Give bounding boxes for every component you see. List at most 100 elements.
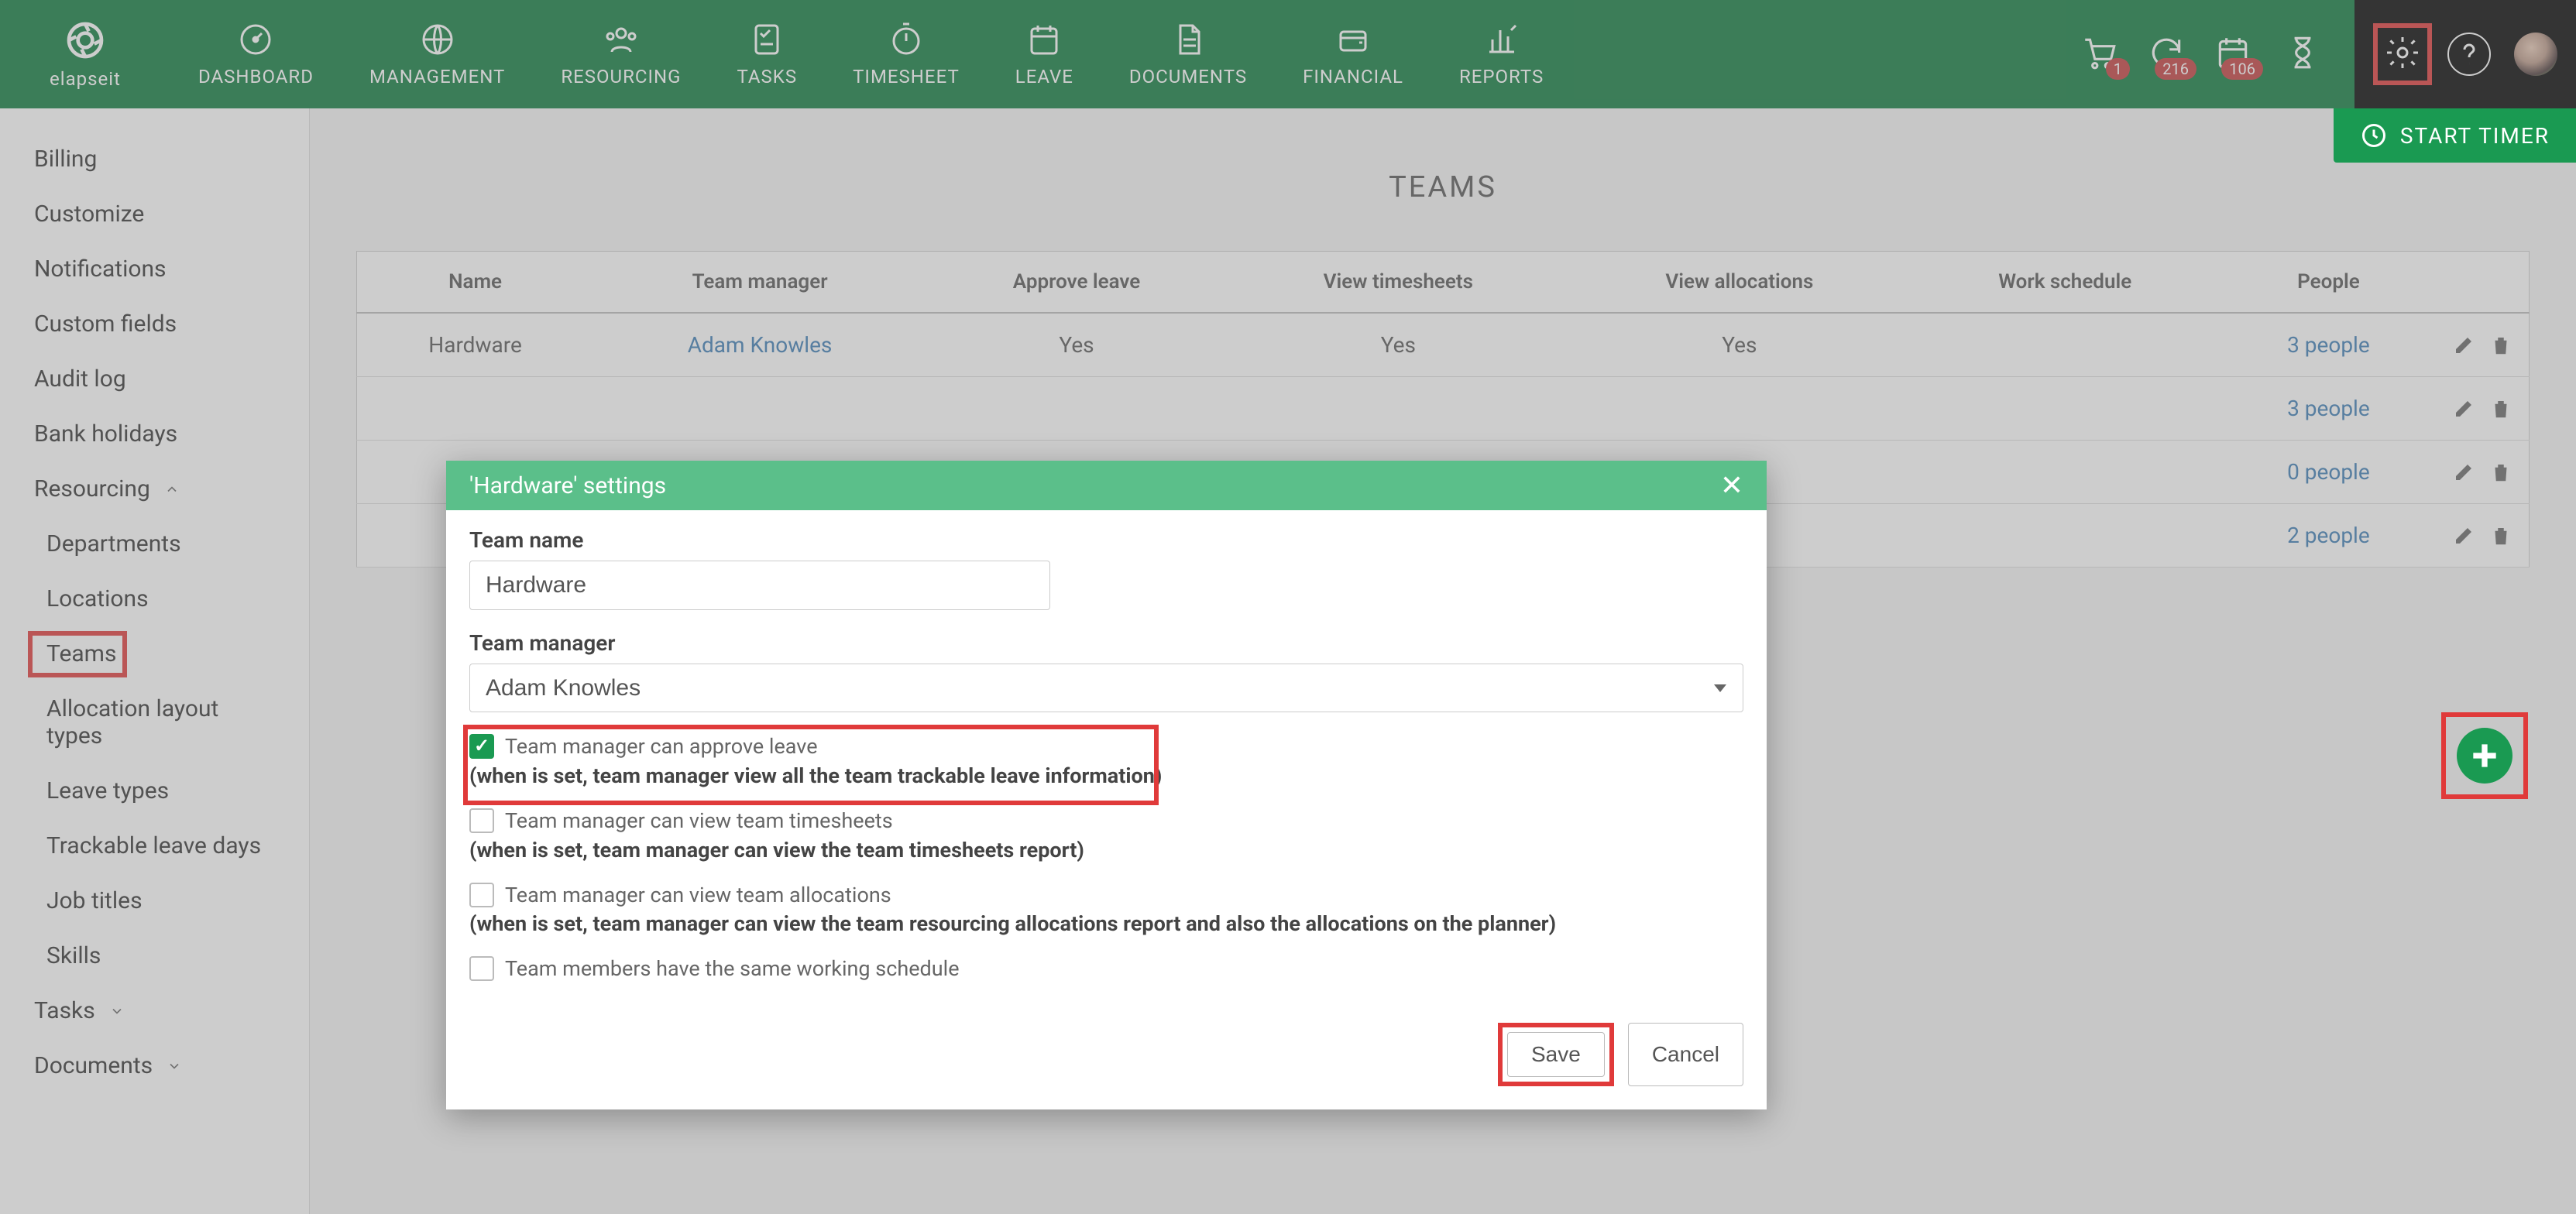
sidebar-label: Departments — [46, 530, 181, 557]
sidebar-label: Bank holidays — [34, 420, 177, 448]
edit-icon[interactable] — [2452, 334, 2475, 357]
nav-tasks[interactable]: TASKS — [709, 0, 826, 108]
checkbox-view-timesheets-label: Team manager can view team timesheets — [505, 807, 893, 836]
chevron-up-icon — [164, 482, 180, 497]
nav-leave-label: LEAVE — [1015, 66, 1073, 87]
avatar[interactable] — [2514, 33, 2557, 76]
settings-button[interactable] — [2384, 34, 2421, 74]
nav-documents[interactable]: DOCUMENTS — [1101, 0, 1275, 108]
start-timer-label: START TIMER — [2400, 123, 2550, 149]
cell-name: Hardware — [357, 313, 594, 377]
sidebar-item-skills[interactable]: Skills — [0, 928, 309, 983]
notification-2[interactable]: 216 — [2147, 33, 2186, 75]
nav-financial-label: FINANCIAL — [1303, 66, 1403, 87]
trash-icon[interactable] — [2489, 461, 2512, 484]
sidebar-item-resourcing[interactable]: Resourcing — [0, 461, 309, 516]
nav-items: DASHBOARD MANAGEMENT RESOURCING TASKS TI… — [170, 0, 1571, 108]
notification-3[interactable]: 106 — [2214, 33, 2252, 75]
add-team-button[interactable] — [2457, 728, 2512, 784]
cell-view-ts: Yes — [1227, 313, 1570, 377]
nav-timesheet[interactable]: TIMESHEET — [825, 0, 987, 108]
th-schedule: Work schedule — [1909, 252, 2221, 314]
notification-1[interactable]: 1 — [2080, 33, 2119, 75]
calendar-icon — [1025, 21, 1063, 58]
wallet-icon — [1334, 21, 1372, 58]
sidebar-item-customize[interactable]: Customize — [0, 187, 309, 242]
cell-people[interactable]: 0 people — [2221, 441, 2436, 504]
checkbox-view-timesheets[interactable] — [469, 808, 494, 833]
checkbox-view-allocations-label: Team manager can view team allocations — [505, 881, 891, 910]
badge-3: 106 — [2221, 58, 2263, 80]
checkbox-approve-leave-sub: (when is set, team manager view all the … — [469, 763, 1743, 788]
sidebar-label: Tasks — [34, 997, 95, 1024]
edit-icon[interactable] — [2452, 397, 2475, 420]
start-timer-button[interactable]: START TIMER — [2334, 108, 2576, 163]
team-name-label: Team name — [469, 527, 1743, 553]
checkbox-view-allocations[interactable] — [469, 883, 494, 907]
fab-highlight-wrap — [2441, 712, 2528, 799]
sidebar-item-audit-log[interactable]: Audit log — [0, 352, 309, 406]
trash-icon[interactable] — [2489, 397, 2512, 420]
team-manager-select[interactable]: Adam Knowles — [469, 664, 1743, 712]
cell-people[interactable]: 3 people — [2221, 313, 2436, 377]
nav-reports[interactable]: REPORTS — [1431, 0, 1571, 108]
sidebar-label: Allocation layout types — [46, 695, 275, 749]
checkbox-approve-leave[interactable] — [469, 734, 494, 759]
chart-icon — [1483, 21, 1520, 58]
stopwatch-icon — [888, 21, 925, 58]
brand-icon — [64, 19, 107, 62]
people-icon — [603, 21, 640, 58]
trash-icon[interactable] — [2489, 524, 2512, 547]
badge-1: 1 — [2106, 58, 2130, 80]
sidebar-item-notifications[interactable]: Notifications — [0, 242, 309, 297]
cell-view-alloc: Yes — [1570, 313, 1909, 377]
sidebar-label: Teams — [46, 640, 116, 667]
chevron-down-icon — [167, 1058, 182, 1074]
edit-icon[interactable] — [2452, 524, 2475, 547]
th-manager: Team manager — [593, 252, 926, 314]
nav-financial[interactable]: FINANCIAL — [1275, 0, 1431, 108]
sidebar-label: Locations — [46, 585, 149, 612]
cell-manager[interactable] — [593, 377, 926, 441]
th-name: Name — [357, 252, 594, 314]
hourglass[interactable] — [2283, 33, 2322, 75]
modal-close-button[interactable]: ✕ — [1720, 472, 1743, 499]
checklist-icon — [748, 21, 785, 58]
save-button[interactable]: Save — [1507, 1032, 1605, 1077]
nav-dashboard[interactable]: DASHBOARD — [170, 0, 342, 108]
sidebar-item-teams[interactable]: Teams — [0, 626, 309, 681]
cell-people[interactable]: 2 people — [2221, 504, 2436, 568]
cancel-button[interactable]: Cancel — [1628, 1023, 1743, 1086]
sidebar-item-departments[interactable]: Departments — [0, 516, 309, 571]
sidebar-item-locations[interactable]: Locations — [0, 571, 309, 626]
nav-leave[interactable]: LEAVE — [987, 0, 1101, 108]
trash-icon[interactable] — [2489, 334, 2512, 357]
brand-logo[interactable]: elapseit — [0, 0, 170, 108]
sidebar-item-custom-fields[interactable]: Custom fields — [0, 297, 309, 352]
cell-manager[interactable]: Adam Knowles — [593, 313, 926, 377]
sidebar-label: Audit log — [34, 365, 126, 393]
sidebar-label: Leave types — [46, 777, 169, 804]
sidebar-item-leave-types[interactable]: Leave types — [0, 763, 309, 818]
sidebar-item-job-titles[interactable]: Job titles — [0, 873, 309, 928]
sidebar-item-bank-holidays[interactable]: Bank holidays — [0, 406, 309, 461]
sidebar-item-documents[interactable]: Documents — [0, 1038, 309, 1093]
sidebar-item-tasks[interactable]: Tasks — [0, 983, 309, 1038]
nav-resourcing-label: RESOURCING — [561, 66, 681, 87]
nav-resourcing[interactable]: RESOURCING — [533, 0, 709, 108]
table-row: 3 people — [357, 377, 2530, 441]
save-highlight: Save — [1498, 1023, 1614, 1086]
sidebar-item-allocation-layout[interactable]: Allocation layout types — [0, 681, 309, 763]
sidebar-item-trackable[interactable]: Trackable leave days — [0, 818, 309, 873]
sidebar-item-billing[interactable]: Billing — [0, 132, 309, 187]
help-button[interactable] — [2447, 33, 2491, 76]
team-name-input[interactable] — [469, 561, 1050, 610]
top-nav: elapseit DASHBOARD MANAGEMENT RESOURCING… — [0, 0, 2576, 108]
cell-schedule — [1909, 441, 2221, 504]
sidebar-label: Customize — [34, 201, 144, 228]
help-icon — [2451, 36, 2488, 73]
edit-icon[interactable] — [2452, 461, 2475, 484]
nav-management[interactable]: MANAGEMENT — [342, 0, 533, 108]
checkbox-same-schedule[interactable] — [469, 956, 494, 981]
cell-people[interactable]: 3 people — [2221, 377, 2436, 441]
